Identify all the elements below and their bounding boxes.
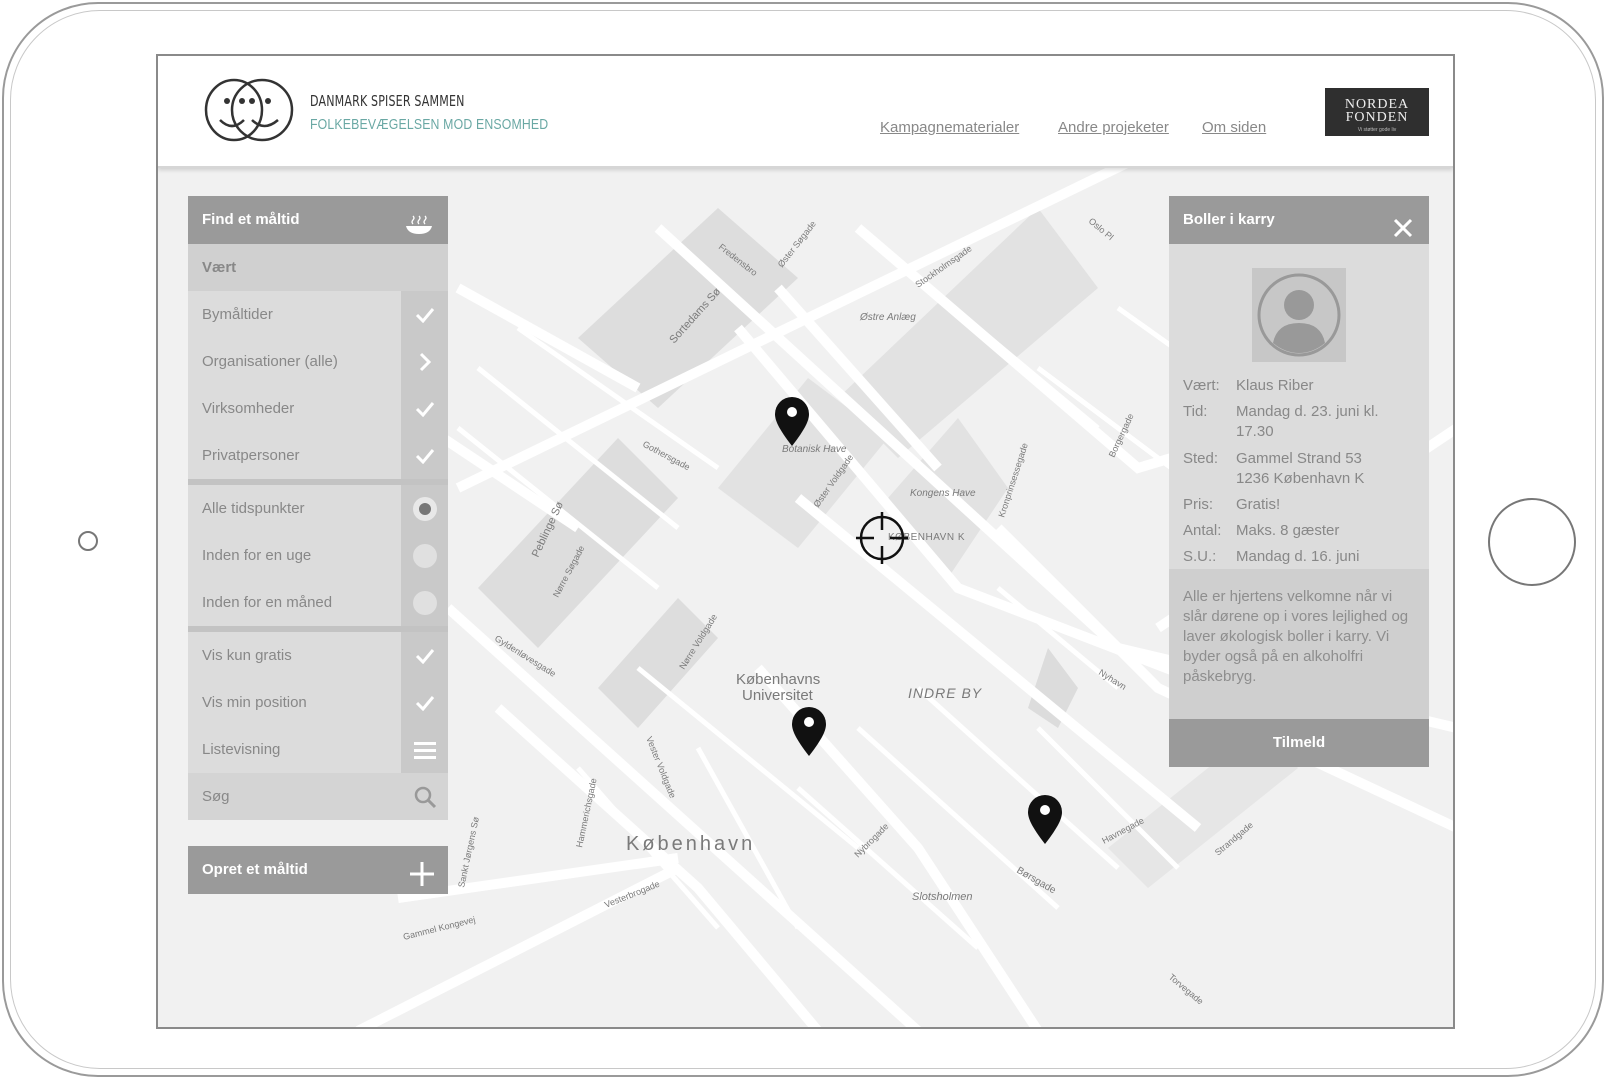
- info-value: Mandag d. 16. juni: [1236, 548, 1360, 565]
- create-meal-button[interactable]: Opret et måltid: [188, 846, 448, 894]
- meal-detail-panel: Boller i karry Vært: Klaus Riber Tid: Mand…: [1169, 196, 1429, 767]
- option-label: Listevisning: [202, 741, 281, 758]
- option-label: Vis min position: [202, 694, 307, 711]
- info-key: Sted:: [1183, 450, 1219, 467]
- check-icon[interactable]: [401, 385, 448, 432]
- nav-kampagnematerialer[interactable]: Kampagnematerialer: [880, 119, 1019, 136]
- info-key: Pris:: [1183, 496, 1213, 513]
- plus-icon: [410, 858, 434, 906]
- info-key: S.U.:: [1183, 548, 1217, 565]
- sponsor-logo[interactable]: NORDEA FONDEN Vi støtter gode liv: [1325, 88, 1429, 136]
- tablet-camera: [78, 531, 98, 551]
- map-label-university-2: Universitet: [742, 687, 814, 704]
- info-value: Maks. 8 gæster: [1236, 522, 1340, 539]
- option-free-only[interactable]: Vis kun gratis: [188, 632, 448, 679]
- info-key: Vært:: [1183, 377, 1220, 394]
- site-header: DANMARK SPISER SAMMEN FOLKEBEVÆGELSEN MO…: [158, 56, 1453, 168]
- time-week[interactable]: Inden for en uge: [188, 532, 448, 579]
- time-month[interactable]: Inden for en måned: [188, 579, 448, 626]
- check-icon[interactable]: [401, 679, 448, 726]
- time-label: Inden for en måned: [202, 594, 333, 611]
- option-list-view[interactable]: Listevisning: [188, 726, 448, 773]
- check-icon[interactable]: [401, 632, 448, 679]
- radio-icon[interactable]: [401, 532, 448, 579]
- logo-faces-icon[interactable]: [202, 76, 300, 149]
- time-all[interactable]: Alle tidspunkter: [188, 485, 448, 532]
- brand-subtitle: FOLKEBEVÆGELSEN MOD ENSOMHED: [310, 116, 549, 133]
- map-label-city: København: [626, 833, 755, 855]
- meal-description: Alle er hjertens velkomne når vi slår dø…: [1169, 569, 1429, 719]
- info-key: Antal:: [1183, 522, 1222, 539]
- search-input[interactable]: Søg: [202, 788, 230, 805]
- list-icon[interactable]: [401, 726, 448, 773]
- info-value: Mandag d. 23. juni kl. 17.30: [1236, 403, 1379, 440]
- sponsor-tagline: Vi støtter gode liv: [1357, 127, 1397, 133]
- bowl-icon: [404, 208, 434, 256]
- filter-label: Privatpersoner: [202, 447, 300, 464]
- user-avatar-icon: [1257, 273, 1341, 357]
- chevron-right-icon[interactable]: [401, 338, 448, 385]
- check-icon[interactable]: [401, 291, 448, 338]
- sponsor-line2: FONDEN: [1345, 110, 1409, 125]
- radio-icon[interactable]: [401, 579, 448, 626]
- time-label: Alle tidspunkter: [202, 500, 305, 517]
- filter-bymaaltider[interactable]: Bymåltider: [188, 291, 448, 338]
- meal-detail-header: Boller i karry: [1169, 196, 1429, 244]
- filter-organisationer[interactable]: Organisationer (alle): [188, 338, 448, 385]
- filter-label: Organisationer (alle): [202, 353, 338, 370]
- meal-info: Vært: Klaus Riber Tid: Mandag d. 23. juni …: [1169, 244, 1429, 569]
- filter-label: Bymåltider: [202, 306, 273, 323]
- find-meal-header[interactable]: Find et måltid: [188, 196, 448, 244]
- info-value: Klaus Riber: [1236, 377, 1314, 394]
- app-screen: DANMARK SPISER SAMMEN FOLKEBEVÆGELSEN MO…: [156, 54, 1455, 1029]
- map-label-slotsholmen: Slotsholmen: [912, 891, 973, 903]
- tablet-home-button[interactable]: [1488, 498, 1576, 586]
- map-label-university-1: Københavns: [736, 671, 820, 688]
- check-icon[interactable]: [401, 432, 448, 479]
- meal-title: Boller i karry: [1183, 211, 1275, 228]
- map-label-ostre-anlaeg: Østre Anlæg: [859, 312, 916, 323]
- nav-om-siden[interactable]: Om siden: [1202, 119, 1266, 136]
- brand-title: DANMARK SPISER SAMMEN: [310, 92, 465, 110]
- avatar: [1252, 268, 1346, 362]
- map-label-inner-city: INDRE BY: [908, 685, 983, 701]
- option-label: Vis kun gratis: [202, 647, 292, 664]
- find-meal-title: Find et måltid: [202, 211, 300, 228]
- create-meal-label: Opret et måltid: [202, 861, 308, 878]
- signup-button[interactable]: Tilmeld: [1169, 719, 1429, 767]
- info-value: Gammel Strand 53 1236 København K: [1236, 450, 1365, 487]
- find-meal-panel: Find et måltid Vært Bymåltider Organisat…: [188, 196, 448, 820]
- search-icon[interactable]: [401, 773, 448, 820]
- radio-selected-icon[interactable]: [401, 485, 448, 532]
- option-my-position[interactable]: Vis min position: [188, 679, 448, 726]
- info-value: Gratis!: [1236, 496, 1281, 513]
- filter-privatpersoner[interactable]: Privatpersoner: [188, 432, 448, 479]
- time-label: Inden for en uge: [202, 547, 312, 564]
- map-label-university: Københavns Universitet: [736, 671, 820, 704]
- search-field[interactable]: Søg: [188, 773, 448, 820]
- filter-label: Virksomheder: [202, 400, 295, 417]
- map-label-kings-garden: Kongens Have: [910, 488, 976, 499]
- filter-virksomheder[interactable]: Virksomheder: [188, 385, 448, 432]
- info-key: Tid:: [1183, 403, 1208, 420]
- nav-andre-projekter[interactable]: Andre projeketer: [1058, 119, 1169, 136]
